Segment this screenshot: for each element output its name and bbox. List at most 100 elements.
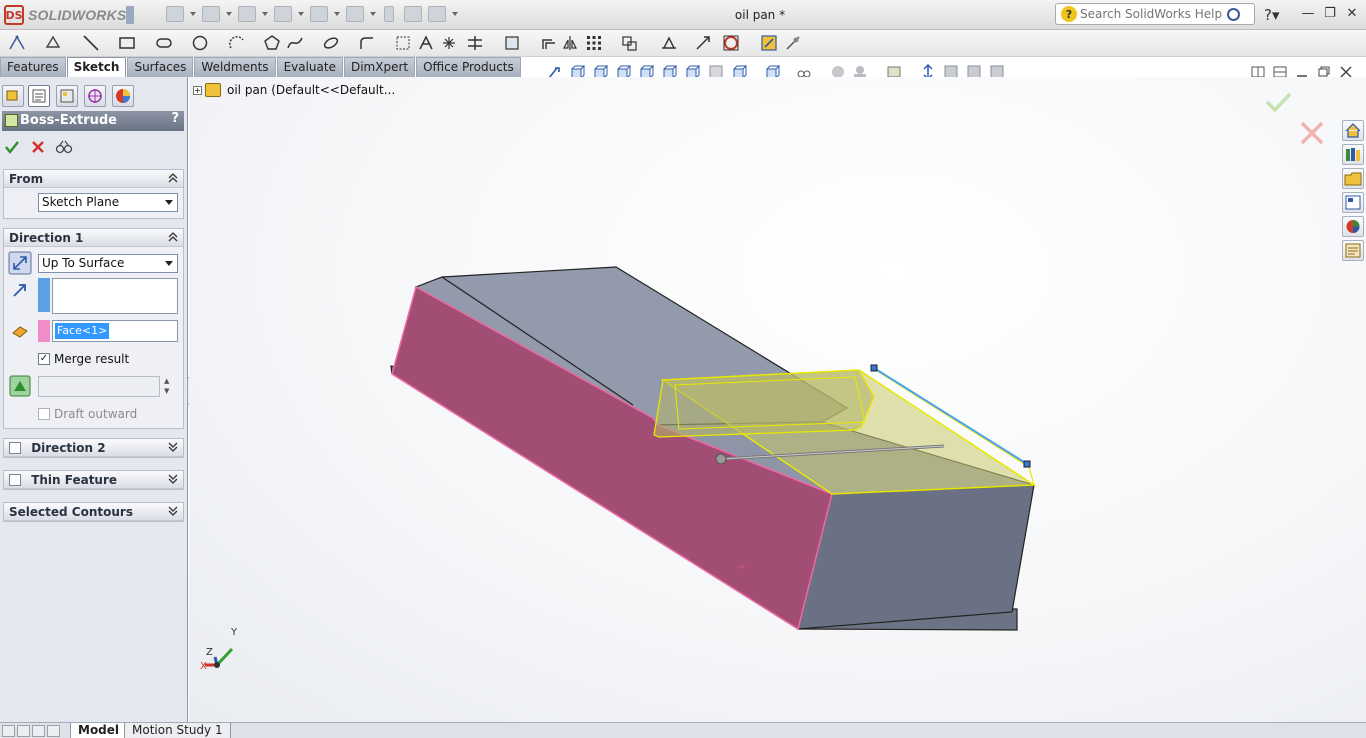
direction-selection-box[interactable] [52, 278, 178, 314]
spline-icon[interactable] [286, 34, 304, 52]
plane-icon[interactable] [394, 34, 412, 52]
undo-icon[interactable] [310, 6, 328, 22]
direction2-header[interactable]: Direction 2 [4, 439, 183, 457]
dimxpert-manager-tab[interactable] [84, 85, 106, 107]
text-icon[interactable] [417, 34, 435, 52]
draft-icon[interactable] [9, 375, 31, 397]
end-condition-select[interactable]: Up To Surface [38, 254, 178, 273]
open-dropdown-icon[interactable] [226, 12, 232, 16]
shaded-sketch-contours-icon[interactable] [784, 34, 802, 52]
from-header[interactable]: From [4, 170, 183, 188]
expand-chevron-icon[interactable] [168, 505, 178, 517]
confirm-ok-icon[interactable] [1265, 92, 1292, 113]
draft-angle-input[interactable] [38, 376, 160, 397]
circle-icon[interactable] [191, 34, 209, 52]
line-icon[interactable] [82, 34, 100, 52]
help-search-input[interactable] [1080, 7, 1225, 21]
next-tab-icon[interactable] [32, 725, 45, 737]
expand-chevron-icon[interactable] [168, 441, 178, 453]
drag-handle[interactable] [715, 453, 727, 465]
selected-face-item[interactable]: Face<1> [55, 323, 110, 339]
offset-entities-icon[interactable] [540, 34, 558, 52]
tab-motion-study-1[interactable]: Motion Study 1 [124, 723, 231, 738]
collapse-chevron-icon[interactable] [168, 172, 178, 184]
tab-evaluate[interactable]: Evaluate [276, 57, 343, 77]
print-dropdown-icon[interactable] [298, 12, 304, 16]
minimize-icon[interactable]: — [1300, 6, 1316, 22]
cancel-icon[interactable] [30, 139, 46, 155]
confirm-cancel-icon[interactable] [1300, 121, 1324, 145]
tab-dimxpert[interactable]: DimXpert [343, 57, 416, 77]
move-entities-icon[interactable] [620, 34, 638, 52]
display-relations-icon[interactable] [660, 34, 678, 52]
mirror-entities-icon[interactable] [561, 34, 579, 52]
instant-2d-icon[interactable] [760, 34, 778, 52]
save-icon[interactable] [238, 6, 256, 22]
tab-weldments[interactable]: Weldments [194, 57, 276, 77]
thin-feature-checkbox[interactable] [9, 474, 21, 486]
collapse-chevron-icon[interactable] [168, 231, 178, 243]
expand-icon[interactable]: + [193, 85, 202, 95]
rectangle-icon[interactable] [118, 34, 136, 52]
model-view[interactable]: Y X Z [189, 77, 1366, 722]
prev-tab-icon[interactable] [17, 725, 30, 737]
thin-feature-header[interactable]: Thin Feature [4, 471, 183, 489]
first-tab-icon[interactable] [2, 725, 15, 737]
start-condition-select[interactable]: Sketch Plane [38, 193, 178, 212]
open-document-icon[interactable] [202, 6, 220, 22]
rebuild-icon[interactable] [384, 6, 394, 22]
slot-icon[interactable] [155, 34, 173, 52]
task-pane-home[interactable] [1342, 120, 1364, 141]
task-pane-custom-properties[interactable] [1342, 240, 1364, 261]
feature-manager-tab[interactable] [2, 85, 24, 107]
direction1-header[interactable]: Direction 1 [4, 229, 183, 247]
reverse-direction-icon[interactable] [8, 251, 32, 275]
select-icon[interactable] [346, 6, 364, 22]
last-tab-icon[interactable] [47, 725, 60, 737]
edge-handle-start[interactable] [870, 364, 878, 372]
arc-icon[interactable] [228, 34, 246, 52]
close-window-icon[interactable]: ✕ [1344, 6, 1360, 22]
tab-sketch[interactable]: Sketch [66, 57, 127, 77]
tab-office-products[interactable]: Office Products [416, 57, 521, 77]
solidworks-logo[interactable]: DS SOLIDWORKS [4, 4, 134, 26]
repair-sketch-icon[interactable] [694, 34, 712, 52]
select-dropdown-icon[interactable] [370, 12, 376, 16]
options-icon[interactable] [428, 6, 446, 22]
help-search-box[interactable]: ? [1055, 3, 1255, 25]
options-dropdown-icon[interactable] [452, 12, 458, 16]
undo-dropdown-icon[interactable] [334, 12, 340, 16]
task-pane-view-palette[interactable] [1342, 192, 1364, 213]
selected-contours-header[interactable]: Selected Contours [4, 503, 183, 521]
menu-expand-arrow[interactable] [126, 6, 134, 24]
merge-result-checkbox[interactable]: ✓ [38, 353, 50, 365]
display-manager-tab[interactable] [112, 85, 134, 107]
point-icon[interactable] [440, 34, 458, 52]
task-pane-file-explorer[interactable] [1342, 168, 1364, 189]
new-document-icon[interactable] [166, 6, 184, 22]
detailed-preview-icon[interactable] [55, 139, 73, 155]
restore-icon[interactable]: ❐ [1322, 6, 1338, 22]
convert-entities-icon[interactable] [503, 34, 521, 52]
help-button[interactable]: ? [171, 111, 179, 126]
fillet-icon[interactable] [358, 34, 376, 52]
linear-pattern-icon[interactable] [585, 34, 603, 52]
configuration-manager-tab[interactable] [56, 85, 78, 107]
search-icon[interactable] [1227, 7, 1240, 21]
trim-entities-icon[interactable] [466, 34, 484, 52]
polygon-icon[interactable] [263, 34, 281, 52]
quick-snaps-icon[interactable] [722, 34, 740, 52]
new-dropdown-icon[interactable] [190, 12, 196, 16]
ellipse-icon[interactable] [322, 34, 340, 52]
help-menu-icon[interactable]: ?▾ [1264, 6, 1280, 24]
feature-tree-root[interactable]: + oil pan (Default<<Default... [193, 83, 395, 97]
face-selection-box[interactable]: Face<1> [52, 320, 178, 342]
expand-chevron-icon[interactable] [168, 473, 178, 485]
file-properties-icon[interactable] [404, 6, 422, 22]
direction2-checkbox[interactable] [9, 442, 21, 454]
property-manager-tab[interactable] [28, 85, 50, 107]
tab-surfaces[interactable]: Surfaces [127, 57, 194, 77]
save-dropdown-icon[interactable] [262, 12, 268, 16]
print-icon[interactable] [274, 6, 292, 22]
task-pane-design-library[interactable] [1342, 144, 1364, 165]
